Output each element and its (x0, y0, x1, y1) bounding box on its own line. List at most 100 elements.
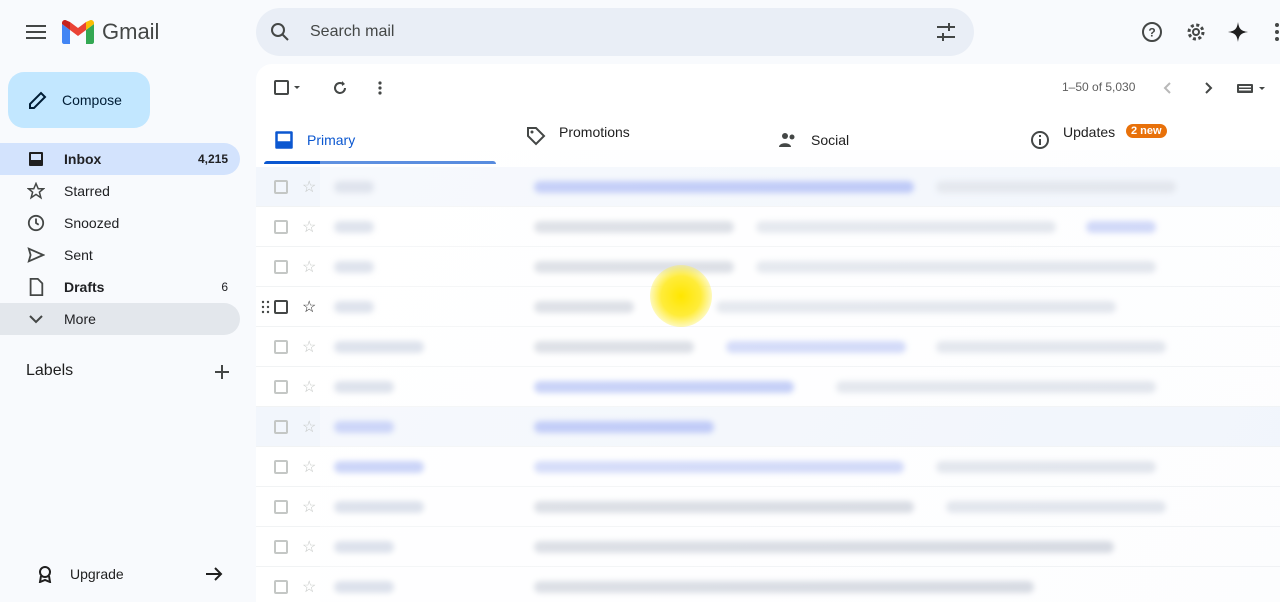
help-icon[interactable]: ? (1140, 20, 1164, 44)
table-row[interactable]: ☆ (256, 567, 1280, 602)
table-row[interactable]: ☆ (256, 527, 1280, 567)
search-input[interactable] (310, 23, 910, 41)
table-row[interactable]: ☆ (256, 247, 1280, 287)
row-checkbox[interactable] (274, 420, 288, 434)
star-icon[interactable]: ☆ (302, 537, 316, 557)
sender-redacted (334, 461, 424, 473)
sidebar-item-snoozed[interactable]: Snoozed (0, 207, 240, 239)
new-count-badge: 2 new (1126, 124, 1167, 138)
tag-icon (527, 127, 546, 146)
tab-label: Promotions (559, 124, 630, 140)
people-icon (779, 133, 795, 147)
star-icon[interactable]: ☆ (302, 497, 316, 517)
search-bar[interactable] (256, 8, 974, 56)
drag-handle-icon[interactable] (261, 300, 271, 314)
row-checkbox[interactable] (274, 460, 288, 474)
subject-redacted (534, 541, 1114, 553)
svg-text:?: ? (1148, 26, 1155, 40)
cursor-highlight (650, 265, 712, 327)
list-toolbar: 1–50 of 5,030 (256, 64, 1280, 112)
subject-redacted (534, 341, 694, 353)
sidebar-item-drafts[interactable]: Drafts 6 (0, 271, 240, 303)
drafts-count: 6 (221, 280, 228, 294)
pagination-text: 1–50 of 5,030 (1062, 80, 1136, 94)
row-checkbox[interactable] (274, 380, 288, 394)
next-page-icon[interactable] (1200, 78, 1216, 98)
row-checkbox[interactable] (274, 220, 288, 234)
tab-primary[interactable]: Primary (256, 116, 508, 164)
tab-promotions[interactable]: Promotions (508, 116, 760, 164)
subject-redacted (534, 261, 734, 273)
draft-icon (26, 277, 46, 297)
sidebar-item-inbox[interactable]: Inbox 4,215 (0, 143, 240, 175)
more-options-icon[interactable] (372, 78, 388, 98)
star-icon[interactable]: ☆ (302, 417, 316, 437)
compose-button[interactable]: Compose (8, 72, 150, 128)
upgrade-link[interactable]: Upgrade (36, 564, 236, 584)
add-label-icon[interactable] (212, 362, 232, 382)
sender-redacted (334, 541, 394, 553)
row-checkbox[interactable] (274, 580, 288, 594)
table-row[interactable]: ☆ (256, 367, 1280, 407)
snippet-redacted (836, 381, 1156, 393)
snippet-redacted (756, 261, 1156, 273)
snippet-redacted (936, 461, 1156, 473)
sidebar-item-label: Snoozed (64, 215, 120, 231)
sidebar-item-sent[interactable]: Sent (0, 239, 240, 271)
top-bar: Gmail ? (0, 0, 1280, 64)
chip-redacted (726, 341, 906, 353)
row-checkbox[interactable] (274, 500, 288, 514)
sender-redacted (334, 581, 394, 593)
app-name: Gmail (102, 19, 160, 44)
previous-page-icon[interactable] (1160, 78, 1176, 98)
tab-label: Social (811, 132, 850, 148)
table-row[interactable]: ☆ (256, 327, 1280, 367)
hamburger-icon (26, 25, 46, 39)
input-tools-icon[interactable] (1236, 78, 1266, 98)
gmail-logo[interactable]: Gmail (62, 16, 159, 48)
table-row[interactable]: ☆ (256, 207, 1280, 247)
sidebar-item-starred[interactable]: Starred (0, 175, 240, 207)
star-icon[interactable]: ☆ (302, 297, 316, 317)
sender-redacted (334, 381, 394, 393)
sidebar-nav: Inbox 4,215 Starred Snoozed Sent Drafts … (0, 143, 256, 335)
star-icon[interactable]: ☆ (302, 177, 316, 197)
sender-redacted (334, 261, 374, 273)
row-checkbox[interactable] (274, 340, 288, 354)
star-icon[interactable]: ☆ (302, 217, 316, 237)
row-checkbox[interactable] (274, 540, 288, 554)
refresh-icon[interactable] (332, 78, 348, 98)
main-menu-button[interactable] (20, 16, 52, 48)
row-checkbox[interactable] (274, 180, 288, 194)
category-tabs: Primary Promotions Social Updates (256, 116, 1280, 164)
inbox-icon (275, 131, 293, 149)
tab-social[interactable]: Social (760, 116, 1012, 164)
sidebar-item-more[interactable]: More (0, 303, 240, 335)
labels-heading: Labels (26, 362, 74, 379)
subject-redacted (534, 461, 904, 473)
star-icon[interactable]: ☆ (302, 377, 316, 397)
star-icon[interactable]: ☆ (302, 337, 316, 357)
table-row[interactable]: ☆ (256, 407, 1280, 447)
table-row[interactable]: ☆ (256, 447, 1280, 487)
star-icon[interactable]: ☆ (302, 257, 316, 277)
star-icon[interactable]: ☆ (302, 577, 316, 597)
sender-redacted (334, 181, 374, 193)
select-all-checkbox[interactable] (274, 78, 302, 98)
snippet-redacted (716, 301, 1116, 313)
apps-grid-icon[interactable] (1268, 20, 1280, 44)
search-options-icon[interactable] (934, 20, 958, 44)
search-icon[interactable] (268, 20, 292, 44)
gemini-sparkle-icon[interactable] (1226, 20, 1250, 44)
snippet-redacted (756, 221, 1056, 233)
row-checkbox[interactable] (274, 300, 288, 314)
upgrade-label: Upgrade (70, 566, 124, 582)
table-row[interactable]: ☆ (256, 287, 1280, 327)
table-row[interactable]: ☆ (256, 487, 1280, 527)
sidebar-item-label: Starred (64, 183, 110, 199)
star-icon[interactable]: ☆ (302, 457, 316, 477)
chip-redacted (1086, 221, 1156, 233)
table-row[interactable]: ☆ (256, 167, 1280, 207)
settings-gear-icon[interactable] (1184, 20, 1208, 44)
row-checkbox[interactable] (274, 260, 288, 274)
